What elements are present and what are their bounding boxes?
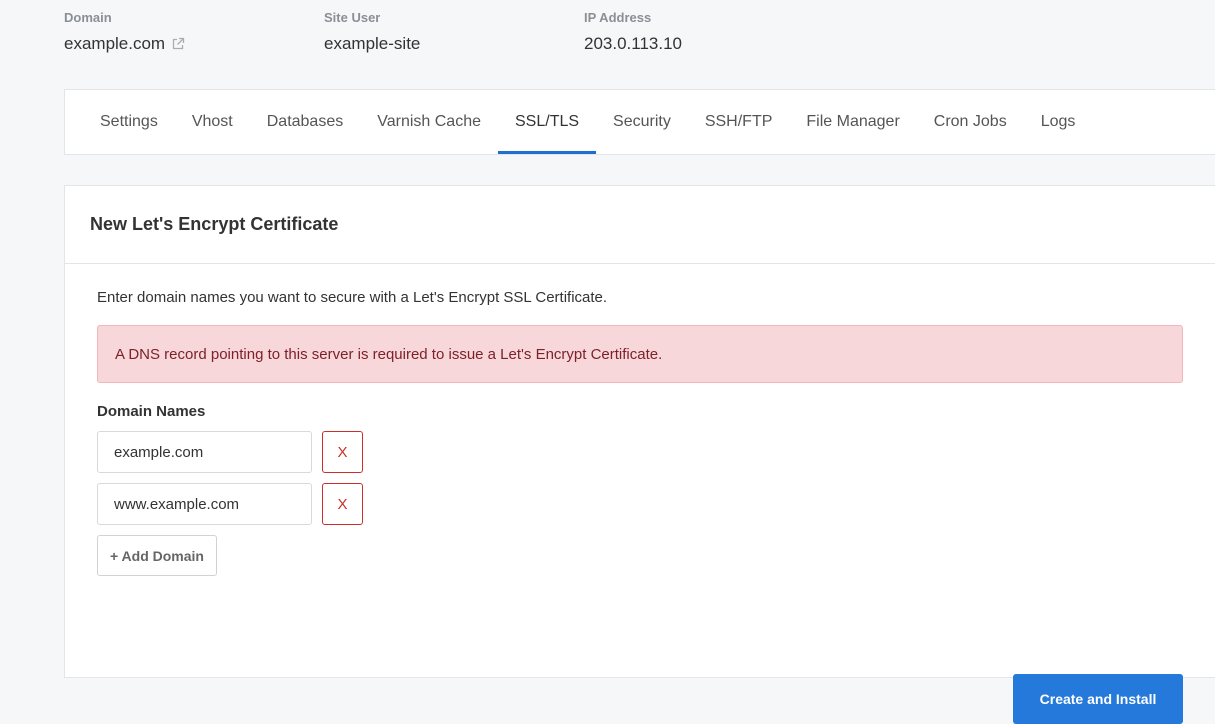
- tab-file-manager[interactable]: File Manager: [789, 90, 916, 154]
- site-user-label: Site User: [324, 10, 381, 25]
- card-title: New Let's Encrypt Certificate: [65, 186, 1215, 264]
- external-link-icon[interactable]: [171, 37, 185, 51]
- tab-security[interactable]: Security: [596, 90, 688, 154]
- tab-settings[interactable]: Settings: [83, 90, 175, 154]
- domain-info: Domain example.com: [64, 0, 324, 80]
- tab-varnish-cache[interactable]: Varnish Cache: [360, 90, 498, 154]
- create-and-install-button[interactable]: Create and Install: [1013, 674, 1183, 724]
- dns-alert: A DNS record pointing to this server is …: [97, 325, 1183, 383]
- ip-address-info: IP Address 203.0.113.10: [584, 0, 844, 80]
- domain-input-2[interactable]: [97, 483, 312, 525]
- domain-row: X: [97, 431, 1192, 473]
- tab-vhost[interactable]: Vhost: [175, 90, 250, 154]
- ip-address-value: 203.0.113.10: [584, 34, 682, 53]
- tab-logs[interactable]: Logs: [1024, 90, 1093, 154]
- ip-address-label: IP Address: [584, 10, 652, 25]
- site-info-bar: Domain example.com Site User example-sit…: [64, 0, 844, 80]
- tab-ssh-ftp[interactable]: SSH/FTP: [688, 90, 790, 154]
- remove-domain-button[interactable]: X: [322, 483, 363, 525]
- tab-databases[interactable]: Databases: [250, 90, 361, 154]
- domain-value[interactable]: example.com: [64, 34, 165, 54]
- tab-cron-jobs[interactable]: Cron Jobs: [917, 90, 1024, 154]
- domain-value-wrap: example.com: [64, 34, 324, 54]
- letsencrypt-card: New Let's Encrypt Certificate Enter doma…: [64, 185, 1215, 724]
- intro-text: Enter domain names you want to secure wi…: [97, 289, 608, 306]
- domain-names-label: Domain Names: [97, 403, 206, 420]
- domain-label: Domain: [64, 10, 112, 25]
- site-tabs: Settings Vhost Databases Varnish Cache S…: [64, 89, 1215, 155]
- site-user-value: example-site: [324, 34, 421, 53]
- site-user-info: Site User example-site: [324, 0, 584, 80]
- remove-domain-button[interactable]: X: [322, 431, 363, 473]
- domain-input-1[interactable]: [97, 431, 312, 473]
- tab-ssl-tls[interactable]: SSL/TLS: [498, 90, 597, 154]
- card-body: Enter domain names you want to secure wi…: [65, 264, 1215, 724]
- add-domain-button[interactable]: + Add Domain: [97, 535, 217, 576]
- domain-row: X: [97, 483, 1192, 525]
